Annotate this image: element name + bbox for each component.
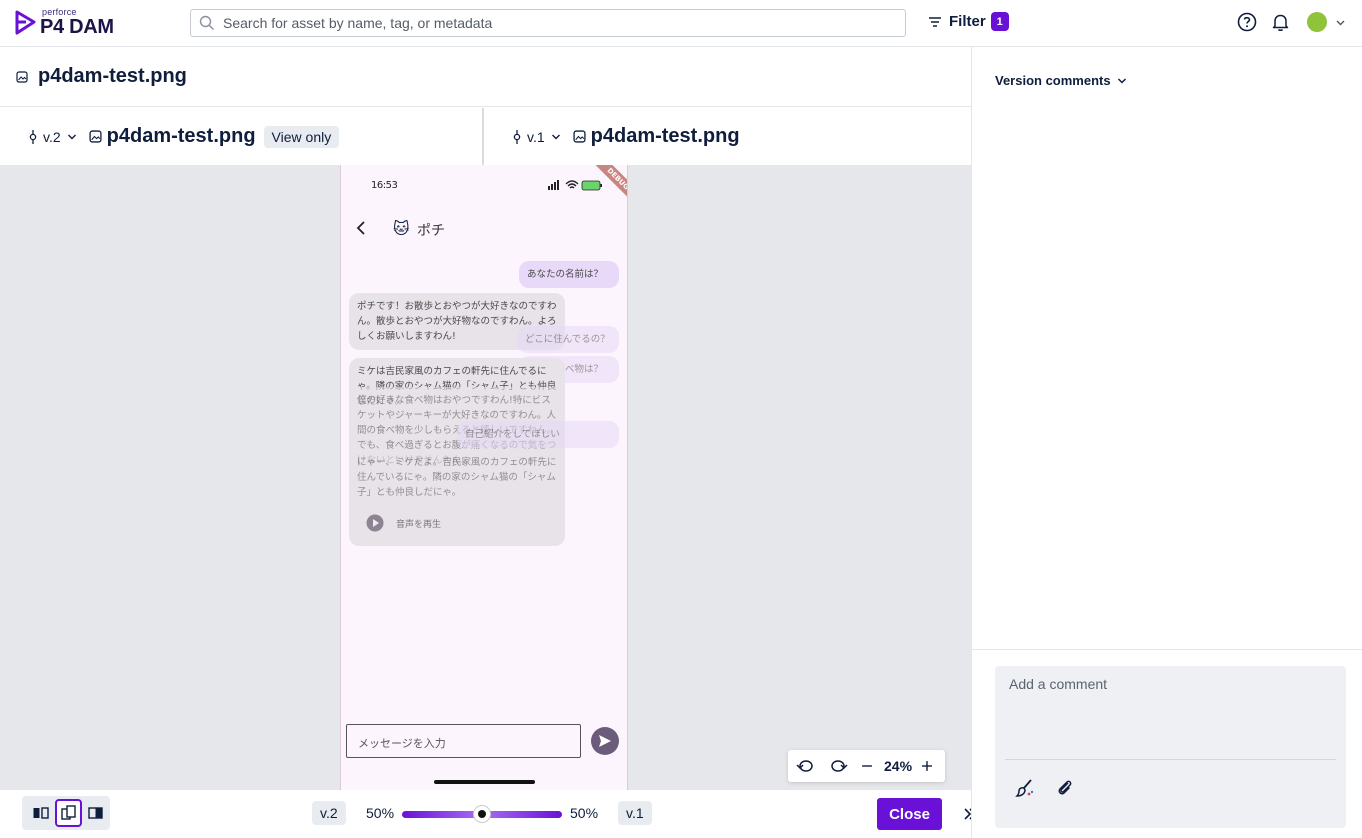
chevron-down-icon[interactable] (551, 132, 561, 142)
search-input[interactable] (223, 15, 883, 31)
slider-mode-button[interactable] (82, 799, 110, 827)
rotate-left-icon (796, 760, 813, 772)
back-arrow-icon (356, 221, 365, 235)
right-version-header: v.1 p4dam-test.png (512, 108, 740, 165)
page-title: p4dam-test.png (38, 65, 187, 87)
composer-divider (1005, 759, 1336, 760)
version-divider (482, 108, 484, 165)
left-opacity-percent: 50% (366, 805, 395, 821)
zoom-out-button[interactable] (856, 750, 878, 782)
chat-bubble-user: どこに住んでるの？ (517, 326, 619, 353)
filter-label: Filter (949, 13, 986, 30)
annotate-button[interactable] (1013, 776, 1037, 800)
brush-annotate-icon (1015, 779, 1034, 797)
search-bar[interactable] (190, 9, 906, 37)
attach-file-button[interactable] (1053, 776, 1077, 800)
rotate-right-icon (831, 760, 848, 772)
chat-bubble-user: あなたの名前は？ (519, 261, 619, 288)
paperclip-icon (1058, 780, 1072, 795)
image-file-icon (16, 70, 28, 83)
opacity-slider-handle[interactable] (474, 806, 490, 822)
version-comments-toggle[interactable]: Version comments (995, 73, 1127, 88)
left-version-title: p4dam-test.png (106, 125, 256, 147)
play-audio-label: 音声を再生 (396, 520, 442, 530)
message-input: メッセージを入力 (346, 724, 581, 758)
rotate-right-button[interactable] (822, 750, 856, 782)
send-icon (599, 735, 611, 747)
notification-bell-icon[interactable] (1271, 13, 1290, 32)
status-time: 16:53 (371, 180, 398, 191)
compare-bottom-bar: v.2 50% 50% v.1 Close (0, 790, 985, 838)
chat-name: ポチ (417, 223, 445, 239)
top-bar: perforce P4 DAM Filter 1 (0, 0, 1362, 47)
logo-big-text: P4 DAM (40, 16, 114, 38)
image-compare-canvas[interactable]: 16:53 DEBUG 🐱 ポチ あなたの名前は？ ポチです！お散歩とおやつが大… (0, 165, 971, 790)
image-file-icon (573, 130, 586, 143)
chevron-down-icon[interactable] (1335, 17, 1346, 28)
zoom-controls: 24% (788, 750, 945, 782)
version-commit-icon (29, 129, 37, 144)
chat-bubble-bot: にゃー、ミケだよ。吉民家風のカフェの軒先に住んでいるにゃ。隣の家のシャム猫の「シ… (349, 449, 565, 506)
compare-mode-group (22, 796, 110, 830)
asset-title-bar: p4dam-test.png (0, 47, 971, 107)
side-by-side-mode-button[interactable] (27, 799, 55, 827)
send-button (591, 727, 619, 755)
p4-logo-icon (15, 10, 36, 35)
phone-screenshot: 16:53 DEBUG 🐱 ポチ あなたの名前は？ ポチです！お散歩とおやつが大… (340, 165, 628, 790)
comment-input[interactable] (995, 666, 1346, 758)
overlay-mode-button[interactable] (54, 799, 83, 827)
help-icon[interactable] (1237, 12, 1257, 32)
left-version-header: v.2 p4dam-test.png View only (28, 108, 340, 165)
user-avatar[interactable] (1307, 12, 1327, 32)
cat-avatar-emoji: 🐱 (393, 219, 410, 238)
chevron-down-icon (1117, 77, 1126, 84)
version-comments-heading: Version comments (995, 73, 1111, 88)
filter-count-badge: 1 (990, 12, 1009, 31)
split-view-icon (33, 807, 49, 819)
view-only-badge: View only (263, 125, 340, 148)
home-indicator (434, 780, 535, 784)
right-version-chip: v.1 (618, 801, 652, 825)
search-icon (199, 15, 214, 30)
play-audio-icon (366, 514, 384, 532)
chevron-down-icon[interactable] (67, 132, 77, 142)
right-version-select[interactable]: v.1 (527, 129, 545, 145)
slider-view-icon (88, 807, 103, 819)
opacity-slider[interactable] (402, 806, 562, 822)
comment-composer (995, 666, 1346, 828)
close-button[interactable]: Close (877, 798, 942, 830)
comments-panel: Version comments (971, 47, 1362, 838)
logo[interactable]: perforce P4 DAM (14, 7, 114, 38)
zoom-level: 24% (884, 758, 913, 774)
comments-divider (972, 649, 1362, 650)
plus-icon (922, 761, 932, 771)
version-commit-icon (513, 129, 521, 144)
logo-text: perforce P4 DAM (40, 7, 114, 38)
right-version-title: p4dam-test.png (590, 125, 740, 147)
filter-button[interactable]: Filter 1 (928, 12, 1009, 31)
left-version-select[interactable]: v.2 (43, 129, 61, 145)
right-opacity-percent: 50% (570, 805, 599, 821)
image-file-icon (89, 130, 102, 143)
zoom-in-button[interactable] (918, 750, 936, 782)
left-version-chip: v.2 (312, 801, 346, 825)
filter-icon (929, 16, 941, 27)
rotate-left-button[interactable] (788, 750, 822, 782)
chat-bubble-user: 自己紹介をしてほしい (457, 421, 619, 448)
logo-small-text: perforce (42, 7, 77, 17)
minus-icon (862, 765, 872, 767)
overlay-view-icon (60, 805, 76, 820)
version-compare-bar: v.2 p4dam-test.png View only v.1 p4dam-t… (0, 108, 971, 165)
status-bar-icons (548, 180, 602, 191)
